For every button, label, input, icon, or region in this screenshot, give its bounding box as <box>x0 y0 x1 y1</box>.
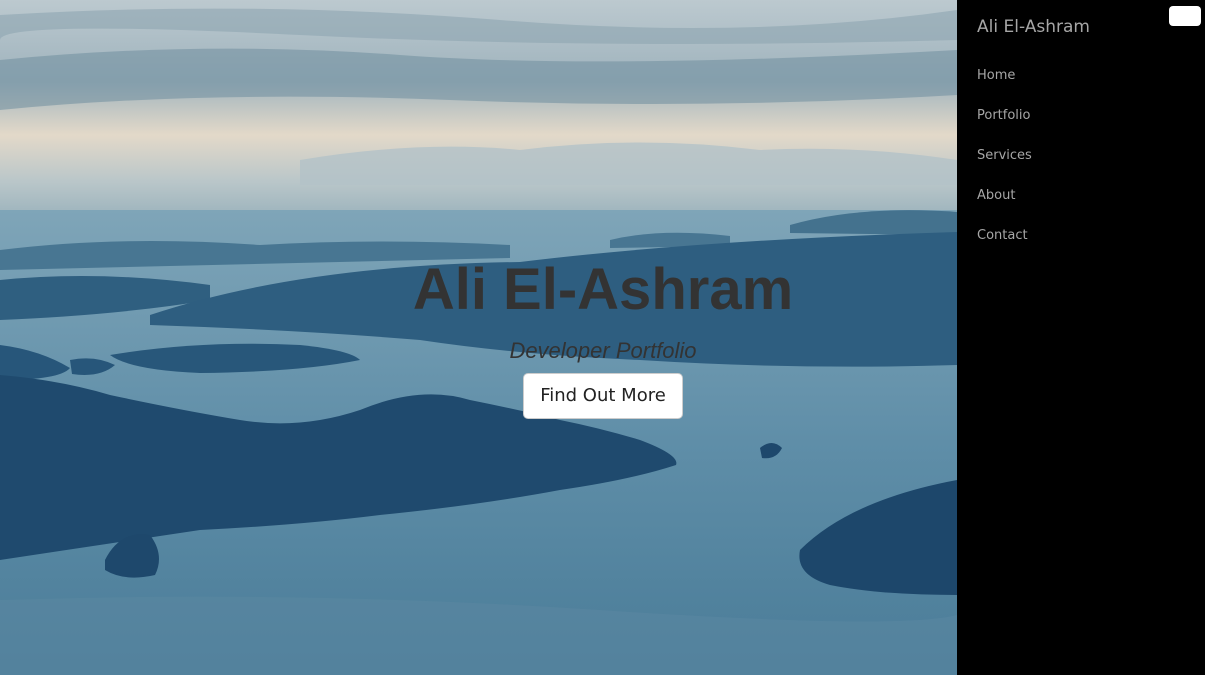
hero-content: Ali El-Ashram Developer Portfolio Find O… <box>250 255 956 419</box>
sidebar-item-portfolio[interactable]: Portfolio <box>977 106 1032 146</box>
hero-subtitle: Developer Portfolio <box>509 338 697 363</box>
sidebar-item-about[interactable]: About <box>977 186 1032 226</box>
sidebar-item-contact[interactable]: Contact <box>977 226 1032 266</box>
find-out-more-button[interactable]: Find Out More <box>523 373 683 419</box>
sidebar-item-home[interactable]: Home <box>977 66 1032 106</box>
sidebar-item-services[interactable]: Services <box>977 146 1032 186</box>
sidebar-brand[interactable]: Ali El-Ashram <box>977 17 1090 37</box>
hero-section: Ali El-Ashram Developer Portfolio Find O… <box>0 0 957 675</box>
sidebar: Ali El-Ashram Home Portfolio Services Ab… <box>957 0 1205 675</box>
hero-title: Ali El-Ashram <box>412 257 794 322</box>
page: Ali El-Ashram Developer Portfolio Find O… <box>0 0 1205 675</box>
sidebar-nav: Home Portfolio Services About Contact <box>977 66 1032 266</box>
menu-toggle-icon[interactable] <box>1169 6 1201 26</box>
